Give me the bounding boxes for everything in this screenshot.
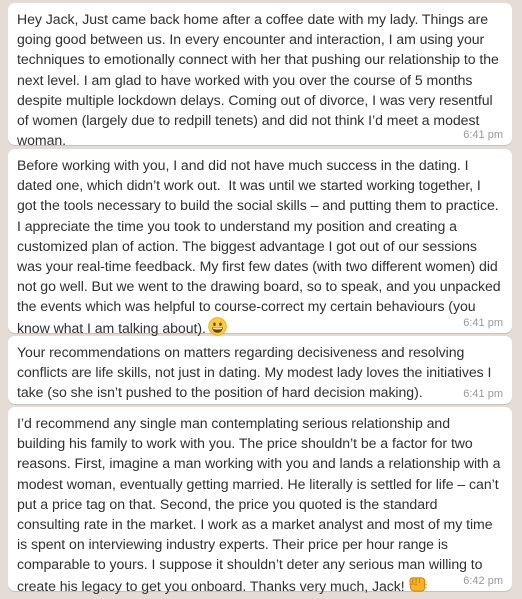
message-bubble[interactable]: Hey Jack, Just came back home after a co… [8, 3, 512, 148]
message-bubble[interactable]: Your recommendations on matters regardin… [8, 336, 512, 404]
chat-area: Hey Jack, Just came back home after a co… [0, 0, 522, 596]
message-bubble[interactable]: Before working with you, I and did not h… [8, 149, 512, 336]
fist-bump-emoji-icon [407, 575, 428, 599]
message-bubble[interactable]: I’d recommend any single man contemplati… [8, 407, 512, 594]
message-text: Hey Jack, Just came back home after a co… [17, 11, 503, 149]
message-text: I’d recommend any single man contemplati… [17, 413, 502, 599]
message-timestamp: 6:42 pm [463, 575, 503, 587]
message-text: Your recommendations on matters regardin… [17, 344, 496, 401]
message-timestamp: 6:41 pm [463, 388, 503, 400]
message-timestamp: 6:41 pm [463, 317, 503, 329]
message-timestamp: 6:41 pm [463, 129, 503, 141]
message-text: Before working with you, I and did not h… [17, 155, 502, 341]
